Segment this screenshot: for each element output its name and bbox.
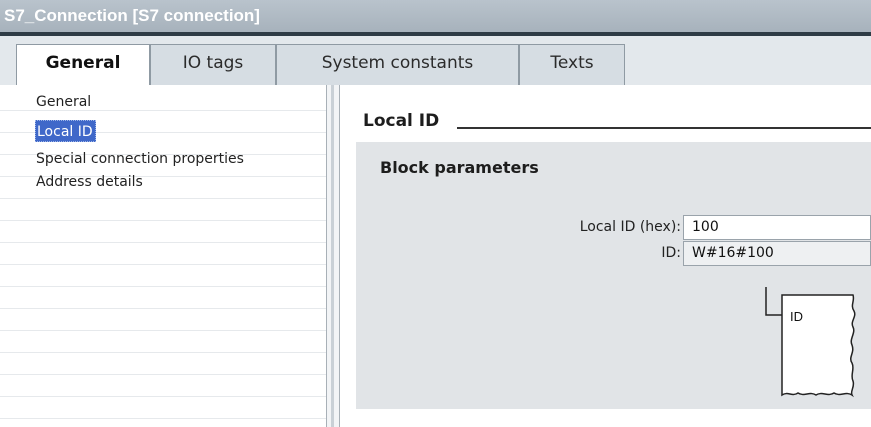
nav-row (0, 353, 326, 375)
local-id-label: Local ID (hex): (579, 219, 681, 235)
nav-row (0, 243, 326, 265)
nav-row (0, 309, 326, 331)
nav-row (0, 221, 326, 243)
splitter-grip (331, 85, 334, 427)
properties-panel: Local ID Block parameters Local ID (hex)… (340, 85, 871, 427)
window-title: S7_Connection [S7 connection] (0, 0, 871, 32)
section-divider (457, 127, 871, 129)
tab-io-tags[interactable]: IO tags (150, 44, 276, 89)
local-id-input[interactable]: 100 (683, 215, 871, 240)
pane-splitter[interactable] (326, 85, 340, 427)
id-label: ID: (661, 245, 681, 261)
nav-row (0, 375, 326, 397)
tab-strip: General IO tags System constants Texts (0, 32, 871, 90)
section-title: Local ID (363, 111, 440, 131)
nav-row (0, 265, 326, 287)
nav-item-general[interactable]: General (36, 91, 91, 113)
nav-item-special-connection-properties[interactable]: Special connection properties (36, 148, 244, 170)
nav-item-local-id[interactable]: Local ID (35, 120, 96, 142)
group-title: Block parameters (380, 158, 539, 177)
navigation-tree: General Local ID Special connection prop… (0, 85, 326, 427)
id-field: W#16#100 (683, 241, 871, 266)
nav-row (0, 287, 326, 309)
tab-texts[interactable]: Texts (519, 44, 625, 89)
tab-general[interactable]: General (16, 44, 150, 90)
nav-row (0, 331, 326, 353)
block-symbol-diagram: ID (765, 287, 856, 398)
tab-system-constants[interactable]: System constants (276, 44, 519, 89)
nav-row (0, 199, 326, 221)
pin-connector-line (765, 287, 782, 316)
nav-row (0, 397, 326, 419)
nav-item-address-details[interactable]: Address details (36, 171, 143, 193)
pin-label: ID (790, 309, 803, 324)
